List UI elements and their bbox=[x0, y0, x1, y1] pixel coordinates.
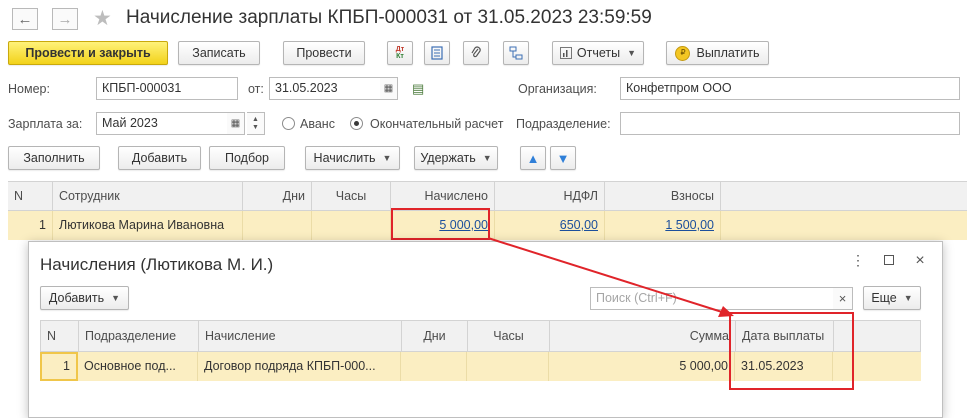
annotation-arrow bbox=[487, 237, 734, 317]
